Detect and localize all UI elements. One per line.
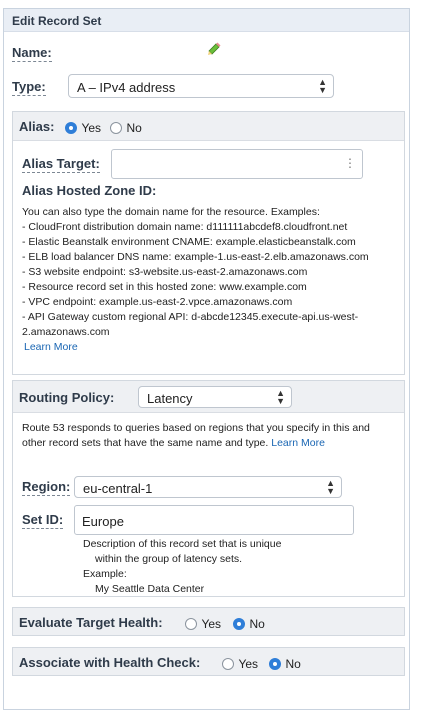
routing-desc-line: Route 53 responds to queries based on re…: [22, 422, 370, 434]
evaluate-yes-radio[interactable]: [185, 617, 197, 630]
select-arrows-icon: ▲ ▼: [276, 388, 285, 406]
health-no-label: No: [285, 656, 301, 671]
set-id-example-label: Example:: [83, 568, 127, 580]
region-label: Region:: [22, 479, 71, 496]
set-id-label: Set ID:: [22, 512, 64, 529]
panel-title: Edit Record Set: [12, 14, 102, 28]
alias-example: - Resource record set in this hosted zon…: [22, 281, 307, 293]
evaluate-yes-label: Yes: [201, 616, 222, 631]
alias-yes-option[interactable]: Yes: [65, 119, 101, 137]
routing-section: Routing Policy: Latency ▲ ▼ Route 53 resp…: [12, 380, 405, 597]
type-select[interactable]: A – IPv4 address ▲ ▼: [68, 74, 334, 98]
alias-example: - CloudFront distribution domain name: d…: [22, 221, 348, 233]
alias-no-radio[interactable]: [110, 121, 122, 134]
health-yes-radio[interactable]: [222, 657, 234, 670]
select-arrows-icon: ▲ ▼: [318, 77, 327, 95]
alias-help-intro: You can also type the domain name for th…: [22, 206, 320, 218]
alias-yes-label: Yes: [81, 120, 102, 135]
health-check-section: Associate with Health Check: Yes No: [12, 647, 405, 676]
health-no-radio[interactable]: [269, 657, 281, 670]
routing-section-header: Routing Policy: Latency ▲ ▼: [13, 381, 404, 413]
more-options-icon: ⋮: [344, 156, 356, 170]
evaluate-no-radio[interactable]: [233, 617, 245, 630]
routing-policy-value: Latency: [147, 391, 193, 406]
alias-yes-radio[interactable]: [65, 121, 77, 134]
alias-example: 2.amazonaws.com: [22, 326, 110, 338]
type-select-value: A – IPv4 address: [77, 80, 176, 95]
alias-example: - S3 website endpoint: s3-website.us-eas…: [22, 266, 308, 278]
edit-record-set-panel: Edit Record Set Name: Type: A – IPv4 add…: [3, 8, 410, 710]
name-label: Name:: [12, 45, 52, 62]
routing-learn-more-link[interactable]: Learn More: [271, 437, 325, 449]
evaluate-target-health-section: Evaluate Target Health: Yes No: [12, 607, 405, 636]
health-yes-label: Yes: [238, 656, 259, 671]
alias-hosted-zone-label: Alias Hosted Zone ID:: [22, 183, 157, 198]
alias-no-label: No: [126, 120, 142, 135]
evaluate-target-health-label: Evaluate Target Health:: [19, 615, 163, 630]
routing-policy-select[interactable]: Latency ▲ ▼: [138, 386, 292, 408]
alias-learn-more-link[interactable]: Learn More: [24, 341, 78, 353]
region-value: eu-central-1: [83, 481, 153, 496]
alias-example: - ELB load balancer DNS name: example-1.…: [22, 251, 369, 263]
alias-section: Alias: Yes No Alias Target: ⋮ Alias Host…: [12, 111, 405, 375]
set-id-help-line: Description of this record set that is u…: [83, 538, 282, 550]
evaluate-no-label: No: [249, 616, 265, 631]
alias-label: Alias:: [19, 119, 55, 134]
set-id-help: Description of this record set that is u…: [83, 537, 383, 597]
routing-policy-label: Routing Policy:: [19, 390, 115, 405]
select-arrows-icon: ▲ ▼: [326, 478, 335, 496]
set-id-value: Europe: [82, 514, 124, 529]
alias-help-text: You can also type the domain name for th…: [22, 205, 402, 355]
alias-target-input[interactable]: ⋮: [111, 149, 363, 179]
alias-example: - Elastic Beanstalk environment CNAME: e…: [22, 236, 356, 248]
type-label: Type:: [12, 79, 46, 96]
evaluate-yes-option[interactable]: Yes: [185, 615, 221, 633]
set-id-input[interactable]: Europe: [74, 505, 354, 535]
pencil-icon[interactable]: [207, 41, 221, 60]
alias-example: - API Gateway custom regional API: d-abc…: [22, 311, 359, 323]
routing-description: Route 53 responds to queries based on re…: [22, 421, 402, 451]
routing-desc-line: other record sets that have the same nam…: [22, 437, 269, 449]
panel-header: Edit Record Set: [4, 9, 409, 32]
alias-example: - VPC endpoint: example.us-east-2.vpce.a…: [22, 296, 293, 308]
health-no-option[interactable]: No: [269, 655, 301, 673]
health-check-label: Associate with Health Check:: [19, 655, 201, 670]
set-id-help-line: within the group of latency sets.: [95, 553, 243, 565]
set-id-example-value: My Seattle Data Center: [95, 583, 205, 595]
health-yes-option[interactable]: Yes: [222, 655, 258, 673]
alias-target-label: Alias Target:: [22, 156, 100, 173]
alias-section-header: Alias: Yes No: [13, 112, 404, 141]
region-select[interactable]: eu-central-1 ▲ ▼: [74, 476, 342, 498]
alias-no-option[interactable]: No: [110, 119, 142, 137]
evaluate-no-option[interactable]: No: [233, 615, 265, 633]
